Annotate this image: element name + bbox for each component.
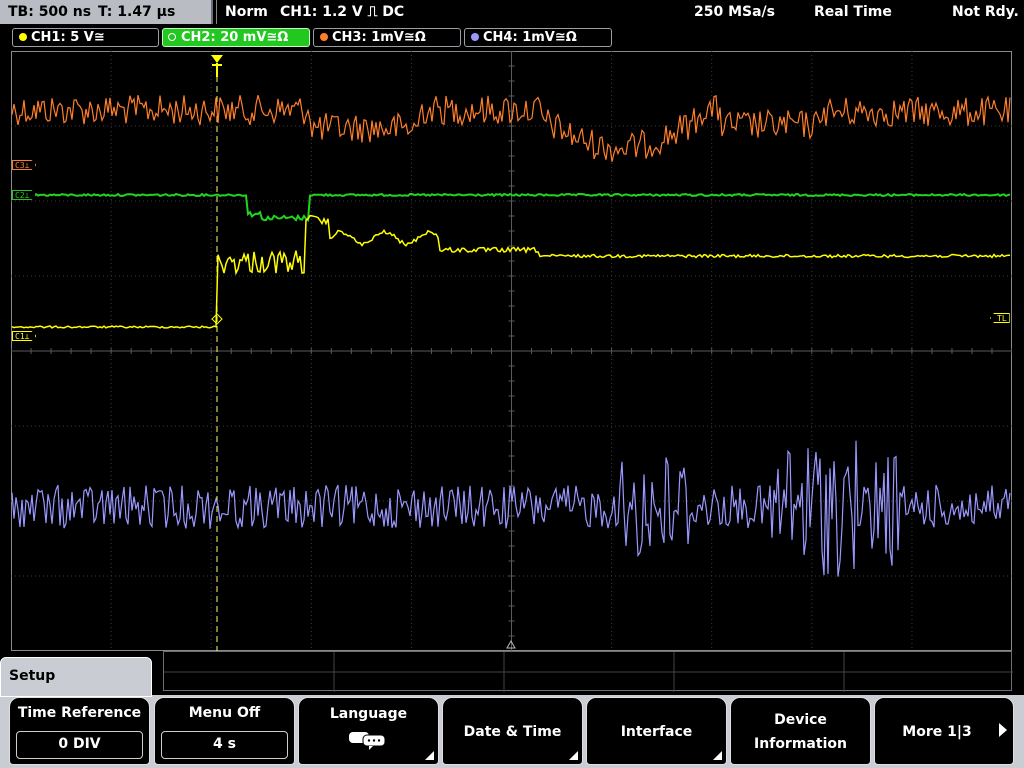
interface-label: Interface [620, 724, 693, 740]
ch1-ground-marker[interactable]: C1⊥ [12, 331, 37, 341]
horizontal-center-marker-icon [506, 639, 516, 649]
trigger-position-marker-icon[interactable] [211, 55, 223, 77]
speech-bubble-icon [349, 732, 386, 750]
interface-button[interactable]: Interface [586, 697, 727, 765]
submenu-corner-icon [425, 751, 434, 760]
ch2-waveform [11, 192, 1011, 223]
horizontal-scale-strip [163, 651, 1013, 692]
trigger-level-marker[interactable]: TL [990, 313, 1010, 323]
more-label: More 1|3 [902, 724, 972, 740]
ch2-ground-marker[interactable]: C2⊥ [12, 190, 37, 200]
scale-strip-ticks [164, 652, 1013, 692]
submenu-corner-icon [713, 751, 722, 760]
ch4-waveform [11, 440, 1011, 577]
setup-menu-tab[interactable]: Setup [0, 657, 152, 697]
ch3-ground-marker[interactable]: C3⊥ [12, 160, 37, 170]
date-time-button[interactable]: Date & Time [442, 697, 583, 765]
date-time-label: Date & Time [463, 724, 562, 740]
setup-tab-label: Setup [9, 668, 56, 684]
time-reference-value: 0 DIV [16, 731, 143, 759]
language-button[interactable]: Language [298, 697, 439, 765]
device-information-button[interactable]: Device Information [730, 697, 871, 765]
menu-off-label: Menu Off [188, 705, 261, 721]
menu-off-button[interactable]: Menu Off 4 s [154, 697, 295, 765]
language-label: Language [329, 706, 408, 722]
time-reference-label: Time Reference [17, 705, 142, 721]
ch1-waveform [11, 214, 1011, 329]
time-reference-button[interactable]: Time Reference 0 DIV [9, 697, 150, 765]
device-info-line1: Device [774, 712, 827, 728]
submenu-corner-icon [569, 751, 578, 760]
menu-off-value: 4 s [161, 731, 288, 759]
next-page-arrow-icon [999, 723, 1007, 737]
ch3-waveform [11, 94, 1011, 162]
device-info-line2: Information [754, 736, 847, 752]
more-button[interactable]: More 1|3 [874, 697, 1014, 765]
